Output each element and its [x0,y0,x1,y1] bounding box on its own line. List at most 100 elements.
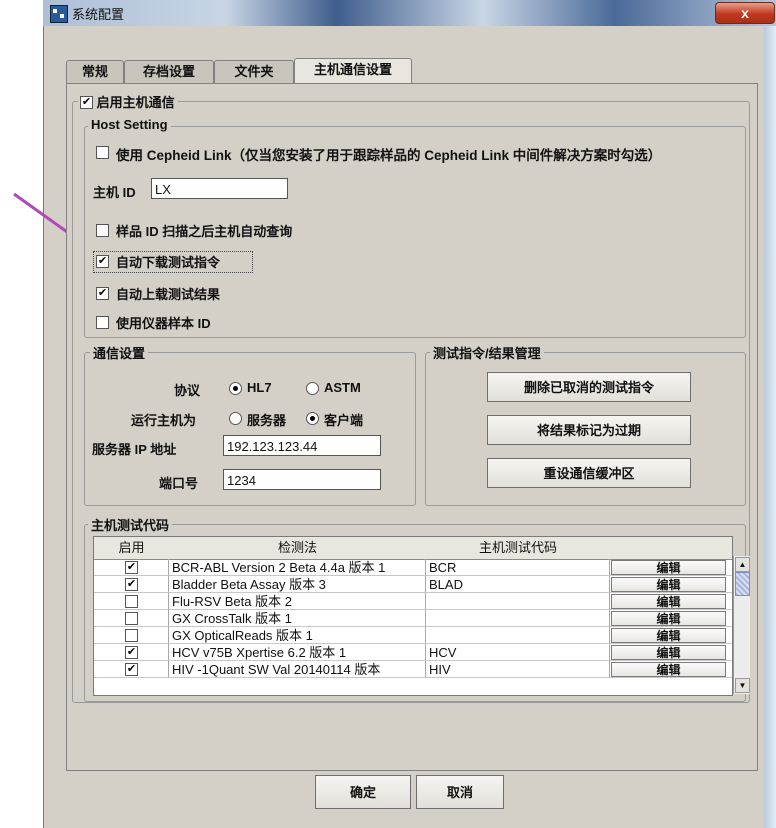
host-code-cell[interactable]: HCV [426,644,610,661]
row-enabled-checkbox[interactable]: ✔ [125,646,138,659]
comm-settings-title: 通信设置 [90,343,149,362]
title-bar[interactable] [43,0,776,26]
action-cell: 编辑 [610,559,732,576]
row-enabled-checkbox[interactable]: ✔ [125,561,138,574]
enabled-cell[interactable]: ✔ [94,559,169,576]
use-cepheid-label: 使用 Cepheid Link（仅当您安装了用于跟踪样品的 Cepheid Li… [116,148,662,163]
mark-results-expired-button[interactable]: 将结果标记为过期 [487,415,691,445]
enable-host-checkbox[interactable]: ✔ [80,96,93,110]
assay-cell: Flu-RSV Beta 版本 2 [169,593,426,610]
auto-download-label: 自动下载测试指令 [116,255,221,270]
window-border [764,26,776,828]
assay-cell: Bladder Beta Assay 版本 3 [169,576,426,593]
table-row: GX OpticalReads 版本 1 编辑 [94,627,732,644]
action-cell: 编辑 [610,610,732,627]
enable-host-row: ✔ 启用主机通信 [78,92,178,111]
tab-archive[interactable]: 存档设置 [124,60,214,83]
host-id-label: 主机 ID [93,185,136,200]
edit-button[interactable]: 编辑 [611,577,726,592]
scroll-up-arrow-icon[interactable]: ▲ [735,557,750,572]
assay-cell: BCR-ABL Version 2 Beta 4.4a 版本 1 [169,559,426,576]
edit-button[interactable]: 编辑 [611,628,726,643]
col-enabled-header[interactable]: 启用 [94,537,170,560]
enabled-cell[interactable] [94,610,169,627]
ok-button[interactable]: 确定 [315,775,411,809]
tab-general[interactable]: 常规 [66,60,124,83]
enabled-cell[interactable]: ✔ [94,576,169,593]
reset-comm-buffer-button[interactable]: 重设通信缓冲区 [487,458,691,488]
enable-host-label: 启用主机通信 [96,95,175,110]
edit-button[interactable]: 编辑 [611,645,726,660]
table-row: ✔ HCV v75B Xpertise 6.2 版本 1 HCV 编辑 [94,644,732,661]
row-enabled-checkbox[interactable]: ✔ [125,663,138,676]
run-as-client-radio[interactable] [306,412,319,425]
host-code-cell[interactable]: BCR [426,559,610,576]
enabled-cell[interactable] [94,593,169,610]
enabled-cell[interactable]: ✔ [94,644,169,661]
cancel-button[interactable]: 取消 [416,775,504,809]
host-code-cell[interactable]: HIV [426,661,610,678]
use-instrument-id-label: 使用仪器样本 ID [116,316,211,331]
table-row: ✔ BCR-ABL Version 2 Beta 4.4a 版本 1 BCR 编… [94,559,732,576]
table-row: GX CrossTalk 版本 1 编辑 [94,610,732,627]
enabled-cell[interactable]: ✔ [94,661,169,678]
auto-upload-label: 自动上载测试结果 [116,287,221,302]
table-scrollbar[interactable]: ▲ ▼ [733,556,750,694]
auto-query-checkbox[interactable] [96,224,109,237]
col-action-header [610,537,732,560]
use-cepheid-checkbox[interactable] [96,146,109,159]
col-assay-header[interactable]: 检测法 [169,537,427,560]
row-enabled-checkbox[interactable]: ✔ [125,578,138,591]
run-as-label: 运行主机为 [131,413,197,428]
protocol-hl7-label: HL7 [247,380,272,395]
auto-upload-checkbox[interactable]: ✔ [96,287,109,300]
run-as-server-label: 服务器 [247,413,287,428]
run-as-client-label: 客户端 [324,413,364,428]
tab-folder[interactable]: 文件夹 [214,60,294,83]
edit-button[interactable]: 编辑 [611,560,726,575]
scroll-thumb[interactable] [735,572,750,596]
scroll-down-arrow-icon[interactable]: ▼ [735,678,750,693]
assay-cell: GX OpticalReads 版本 1 [169,627,426,644]
port-label: 端口号 [159,476,199,491]
protocol-astm-radio[interactable] [306,382,319,395]
row-enabled-checkbox[interactable] [125,629,138,642]
action-cell: 编辑 [610,593,732,610]
port-input[interactable]: 1234 [223,469,381,490]
use-instrument-id-checkbox[interactable] [96,316,109,329]
host-test-codes-title: 主机测试代码 [88,515,173,534]
delete-canceled-orders-button[interactable]: 删除已取消的测试指令 [487,372,691,402]
edit-button[interactable]: 编辑 [611,662,726,677]
edit-button[interactable]: 编辑 [611,594,726,609]
auto-download-checkbox[interactable]: ✔ [96,255,109,268]
server-ip-label: 服务器 IP 地址 [92,442,177,457]
auto-query-label: 样品 ID 扫描之后主机自动查询 [116,224,293,239]
action-cell: 编辑 [610,627,732,644]
protocol-astm-label: ASTM [324,380,361,395]
protocol-label: 协议 [174,383,201,398]
close-button[interactable]: x [715,2,775,24]
col-host-code-header[interactable]: 主机测试代码 [426,537,611,560]
action-cell: 编辑 [610,661,732,678]
app-icon [50,5,68,23]
edit-button[interactable]: 编辑 [611,611,726,626]
host-code-cell[interactable] [426,610,610,627]
window-title: 系统配置 [72,7,125,22]
host-id-input[interactable]: LX [151,178,288,199]
host-code-cell[interactable] [426,593,610,610]
run-as-server-radio[interactable] [229,412,242,425]
action-cell: 编辑 [610,576,732,593]
assay-cell: GX CrossTalk 版本 1 [169,610,426,627]
row-enabled-checkbox[interactable] [125,595,138,608]
assay-cell: HIV -1Quant SW Val 20140114 版本 [169,661,426,678]
row-enabled-checkbox[interactable] [125,612,138,625]
order-result-mgmt-title: 测试指令/结果管理 [430,343,544,362]
host-code-cell[interactable]: BLAD [426,576,610,593]
tab-host-comm[interactable]: 主机通信设置 [294,58,412,84]
table-row: Flu-RSV Beta 版本 2 编辑 [94,593,732,610]
protocol-hl7-radio[interactable] [229,382,242,395]
enabled-cell[interactable] [94,627,169,644]
host-code-cell[interactable] [426,627,610,644]
server-ip-input[interactable]: 192.123.123.44 [223,435,381,456]
host-setting-title: Host Setting [88,117,171,132]
